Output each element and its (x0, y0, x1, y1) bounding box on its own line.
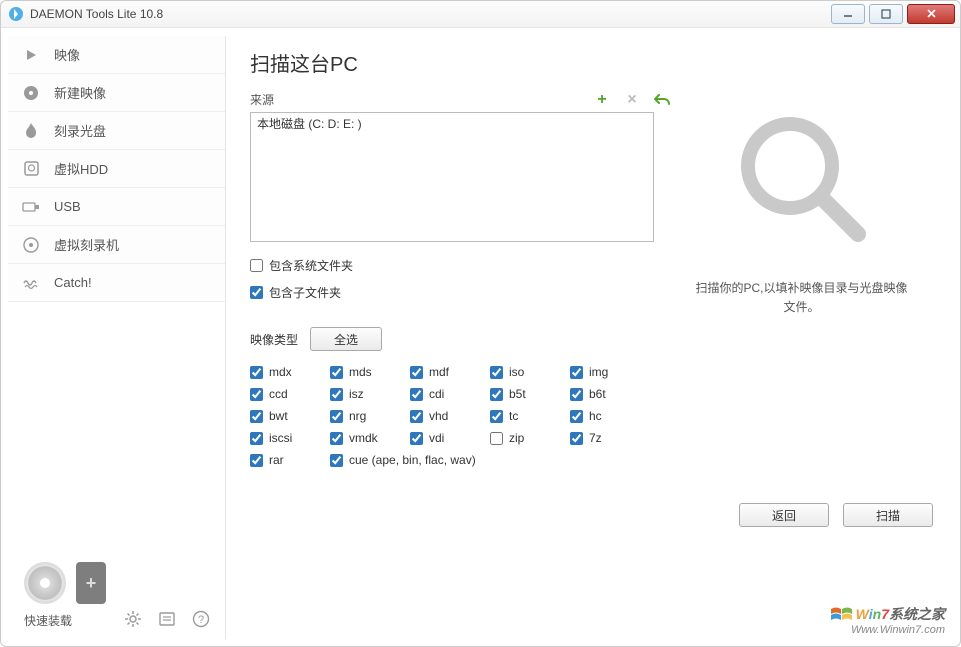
news-button[interactable] (157, 609, 177, 629)
filetype-mdx[interactable]: mdx (250, 365, 330, 379)
sidebar-item-catch[interactable]: Catch! (8, 264, 225, 302)
disc-icon (22, 84, 40, 102)
settings-button[interactable] (123, 609, 143, 629)
source-label: 来源 (250, 91, 274, 108)
add-device-button[interactable] (76, 562, 106, 604)
filetype-cdi[interactable]: cdi (410, 387, 490, 401)
flame-icon (22, 122, 40, 140)
filetype-zip[interactable]: zip (490, 431, 570, 445)
remove-source-button: × (624, 92, 640, 108)
filetype-iso[interactable]: iso (490, 365, 570, 379)
filetype-ccd[interactable]: ccd (250, 387, 330, 401)
select-all-button[interactable]: 全选 (310, 327, 382, 351)
filetype-vdi[interactable]: vdi (410, 431, 490, 445)
filetype-vmdk[interactable]: vmdk (330, 431, 410, 445)
image-types-label: 映像类型 (250, 331, 298, 348)
hint-text: 扫描你的PC,以填补映像目录与光盘映像文件。 (692, 279, 912, 317)
filetype-img[interactable]: img (570, 365, 650, 379)
sidebar-item-label: USB (54, 199, 81, 214)
filetype-tc[interactable]: tc (490, 409, 570, 423)
back-button[interactable]: 返回 (739, 503, 829, 527)
filetype-7z[interactable]: 7z (570, 431, 650, 445)
filetype-hc[interactable]: hc (570, 409, 650, 423)
windows-logo-icon (830, 606, 852, 624)
sidebar-item-label: 新建映像 (54, 83, 106, 102)
bottom-dock: 快速装载 (24, 562, 106, 629)
quickmount-label: 快速装载 (24, 612, 72, 629)
filetype-iscsi[interactable]: iscsi (250, 431, 330, 445)
add-source-button[interactable]: + (594, 92, 610, 108)
app-icon (8, 6, 24, 22)
scan-button[interactable]: 扫描 (843, 503, 933, 527)
checkbox-label: 包含系统文件夹 (269, 257, 353, 274)
wave-icon (22, 274, 40, 292)
sidebar-item-images[interactable]: 映像 (8, 36, 225, 74)
filetype-cue[interactable]: cue (ape, bin, flac, wav) (330, 453, 650, 467)
maximize-button[interactable] (869, 4, 903, 24)
quickmount-disc-button[interactable] (24, 562, 66, 604)
checkbox-label: 包含子文件夹 (269, 284, 341, 301)
filetype-rar[interactable]: rar (250, 453, 330, 467)
filetype-mdf[interactable]: mdf (410, 365, 490, 379)
sidebar-item-usb[interactable]: USB (8, 188, 225, 226)
filetype-nrg[interactable]: nrg (330, 409, 410, 423)
checkbox-input[interactable] (250, 286, 263, 299)
sidebar-item-label: Catch! (54, 275, 92, 290)
watermark: Win7系统之家 Www.Winwin7.com (830, 606, 945, 637)
include-subfolders-checkbox[interactable]: 包含子文件夹 (250, 284, 670, 301)
sidebar-item-label: 虚拟刻录机 (54, 235, 119, 254)
filetype-isz[interactable]: isz (330, 387, 410, 401)
sidebar-item-new-image[interactable]: 新建映像 (8, 74, 225, 112)
window-controls (827, 4, 961, 24)
magnifier-icon (732, 108, 872, 253)
titlebar: DAEMON Tools Lite 10.8 (0, 0, 961, 28)
help-button[interactable]: ? (191, 609, 211, 629)
svg-text:?: ? (198, 614, 204, 626)
filetype-vhd[interactable]: vhd (410, 409, 490, 423)
hdd-icon (22, 160, 40, 178)
usb-icon (22, 198, 40, 216)
include-sysfolders-checkbox[interactable]: 包含系统文件夹 (250, 257, 670, 274)
filetype-bwt[interactable]: bwt (250, 409, 330, 423)
filetype-mds[interactable]: mds (330, 365, 410, 379)
sidebar-item-burn[interactable]: 刻录光盘 (8, 112, 225, 150)
sidebar-item-label: 刻录光盘 (54, 121, 106, 140)
filetype-b6t[interactable]: b6t (570, 387, 650, 401)
filetype-grid: mdx mds mdf iso img ccd isz cdi b5t b6t … (250, 365, 670, 467)
recorder-icon (22, 236, 40, 254)
minimize-button[interactable] (831, 4, 865, 24)
sidebar: 映像 新建映像 刻录光盘 虚拟HDD USB 虚拟刻录机 (8, 36, 226, 639)
sidebar-item-vhdd[interactable]: 虚拟HDD (8, 150, 225, 188)
sidebar-item-vrecorder[interactable]: 虚拟刻录机 (8, 226, 225, 264)
play-icon (22, 46, 40, 64)
undo-button[interactable] (654, 92, 670, 108)
sidebar-item-label: 虚拟HDD (54, 159, 108, 178)
sidebar-item-label: 映像 (54, 45, 80, 64)
page-title: 扫描这台PC (250, 48, 670, 77)
checkbox-input[interactable] (250, 259, 263, 272)
close-button[interactable] (907, 4, 955, 24)
source-textarea[interactable] (250, 112, 654, 242)
app-title: DAEMON Tools Lite 10.8 (30, 7, 827, 21)
filetype-b5t[interactable]: b5t (490, 387, 570, 401)
